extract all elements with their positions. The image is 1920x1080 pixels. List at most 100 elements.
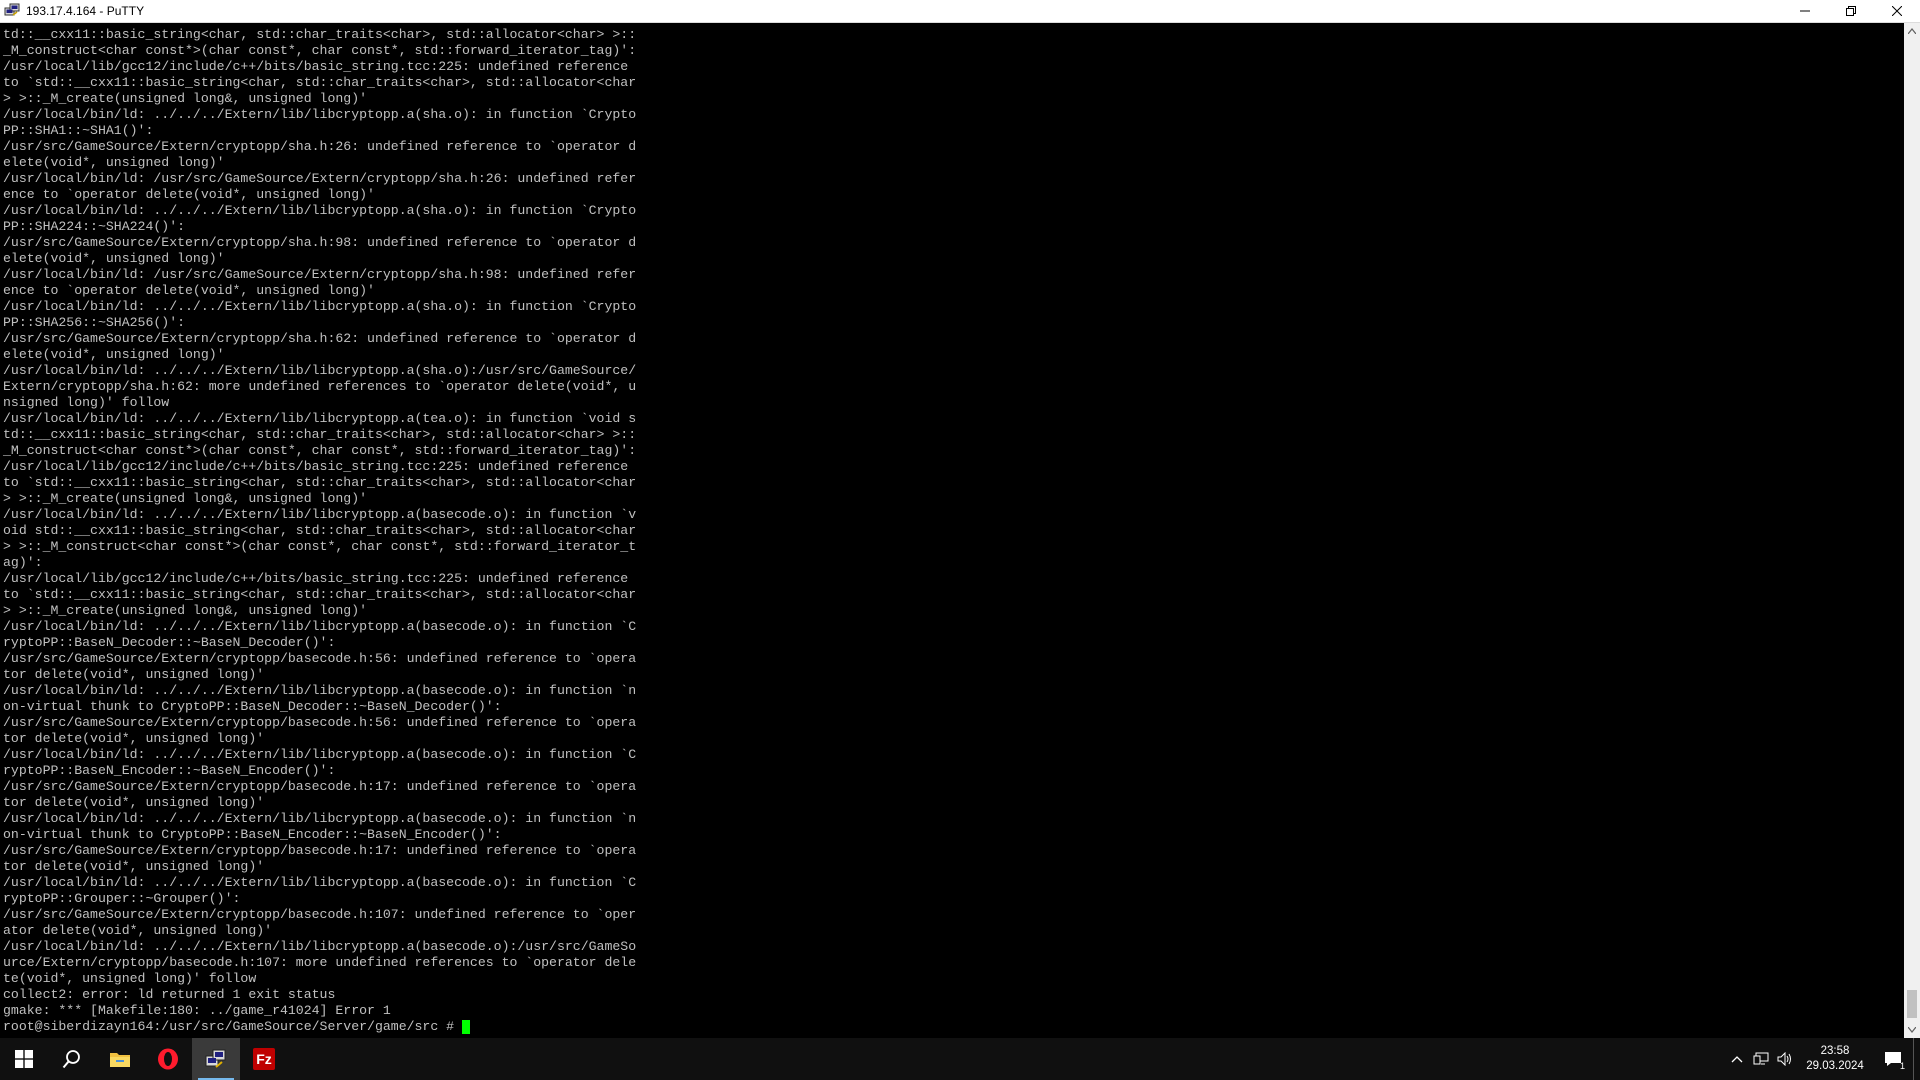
close-icon [1892, 6, 1902, 16]
file-explorer-icon [110, 1053, 130, 1067]
terminal-line: ag)': [3, 555, 43, 570]
scroll-up-arrow-icon[interactable] [1904, 23, 1920, 39]
terminal-line: /usr/src/GameSource/Extern/cryptopp/base… [3, 843, 637, 858]
windows-start-icon [15, 1050, 33, 1068]
taskbar-file-explorer[interactable] [96, 1038, 144, 1080]
terminal-line: /usr/src/GameSource/Extern/cryptopp/base… [3, 651, 637, 666]
text-cursor [462, 1019, 470, 1034]
terminal-line: elete(void*, unsigned long)' [3, 347, 225, 362]
window-titlebar[interactable]: 193.17.4.164 - PuTTY [0, 0, 1920, 23]
terminal-line: /usr/local/bin/ld: ../../../Extern/lib/l… [3, 107, 637, 122]
filezilla-icon: Fz [253, 1048, 275, 1070]
window-title: 193.17.4.164 - PuTTY [26, 4, 145, 18]
terminal-line: PP::SHA1::~SHA1()': [3, 123, 154, 138]
taskbar-opera[interactable] [144, 1038, 192, 1080]
terminal-line: /usr/src/GameSource/Extern/cryptopp/sha.… [3, 331, 637, 346]
terminal-line: /usr/src/GameSource/Extern/cryptopp/base… [3, 779, 637, 794]
terminal-line: oid std::__cxx11::basic_string<char, std… [3, 523, 637, 538]
notification-count: 1 [1899, 1061, 1905, 1071]
terminal-line: tor delete(void*, unsigned long)' [3, 859, 265, 874]
terminal-line: tor delete(void*, unsigned long)' [3, 667, 265, 682]
svg-text:Fz: Fz [256, 1051, 272, 1067]
terminal-line: PP::SHA224::~SHA224()': [3, 219, 186, 234]
terminal-line: > >::_M_create(unsigned long&, unsigned … [3, 603, 368, 618]
terminal-line: elete(void*, unsigned long)' [3, 251, 225, 266]
terminal-line: /usr/local/bin/ld: ../../../Extern/lib/l… [3, 507, 637, 522]
taskbar-clock[interactable]: 23:58 29.03.2024 [1797, 1044, 1873, 1074]
start-button[interactable] [0, 1038, 48, 1080]
terminal-scrollbar[interactable] [1904, 23, 1920, 1038]
shell-prompt: root@siberdizayn164:/usr/src/GameSource/… [3, 1019, 462, 1034]
terminal-line: to `std::__cxx11::basic_string<char, std… [3, 75, 637, 90]
terminal-line: /usr/local/bin/ld: ../../../Extern/lib/l… [3, 411, 637, 426]
putty-icon [205, 1049, 226, 1068]
volume-button[interactable] [1773, 1038, 1797, 1080]
terminal-line: elete(void*, unsigned long)' [3, 155, 225, 170]
restore-button[interactable] [1828, 0, 1874, 22]
terminal-line: ence to `operator delete(void*, unsigned… [3, 283, 375, 298]
show-desktop-button[interactable] [1913, 1038, 1920, 1080]
terminal-line: to `std::__cxx11::basic_string<char, std… [3, 475, 637, 490]
terminal-output[interactable]: td::__cxx11::basic_string<char, std::cha… [0, 23, 1904, 1038]
terminal-line: /usr/local/bin/ld: ../../../Extern/lib/l… [3, 747, 637, 762]
terminal-line: PP::SHA256::~SHA256()': [3, 315, 186, 330]
taskbar-putty[interactable] [192, 1038, 240, 1080]
terminal-line: /usr/local/bin/ld: ../../../Extern/lib/l… [3, 203, 637, 218]
terminal-text: td::__cxx11::basic_string<char, std::cha… [0, 23, 1904, 1019]
terminal-line: collect2: error: ld returned 1 exit stat… [3, 987, 336, 1002]
terminal-line: > >::_M_create(unsigned long&, unsigned … [3, 91, 368, 106]
system-tray: 23:58 29.03.2024 1 [1725, 1038, 1920, 1080]
terminal-line: urce/Extern/cryptopp/basecode.h:107: mor… [3, 955, 637, 970]
restore-icon [1846, 6, 1856, 16]
scrollbar-thumb[interactable] [1907, 990, 1917, 1018]
terminal-line: /usr/src/GameSource/Extern/cryptopp/sha.… [3, 235, 637, 250]
minimize-icon [1800, 10, 1810, 12]
terminal-line: /usr/local/lib/gcc12/include/c++/bits/ba… [3, 571, 629, 586]
windows-taskbar: Fz 23:58 29.03.2024 1 [0, 1038, 1920, 1080]
terminal-line: _M_construct<char const*>(char const*, c… [3, 443, 637, 458]
terminal-line: nsigned long)' follow [3, 395, 170, 410]
scroll-down-arrow-icon[interactable] [1904, 1022, 1920, 1038]
terminal-line: on-virtual thunk to CryptoPP::BaseN_Enco… [3, 827, 502, 842]
terminal-line: ator delete(void*, unsigned long)' [3, 923, 273, 938]
terminal-line: /usr/src/GameSource/Extern/cryptopp/base… [3, 715, 637, 730]
network-button[interactable] [1749, 1038, 1773, 1080]
terminal-line: _M_construct<char const*>(char const*, c… [3, 43, 637, 58]
terminal-line: on-virtual thunk to CryptoPP::BaseN_Deco… [3, 699, 502, 714]
terminal-line: te(void*, unsigned long)' follow [3, 971, 257, 986]
prompt-line[interactable]: root@siberdizayn164:/usr/src/GameSource/… [0, 1019, 1904, 1035]
close-button[interactable] [1874, 0, 1920, 22]
terminal-line: /usr/local/bin/ld: ../../../Extern/lib/l… [3, 683, 637, 698]
minimize-button[interactable] [1782, 0, 1828, 22]
terminal-line: /usr/local/bin/ld: ../../../Extern/lib/l… [3, 811, 637, 826]
terminal-line: /usr/local/bin/ld: ../../../Extern/lib/l… [3, 875, 637, 890]
opera-browser-icon [158, 1048, 178, 1070]
taskbar-filezilla[interactable]: Fz [240, 1038, 288, 1080]
terminal-line: tor delete(void*, unsigned long)' [3, 795, 265, 810]
terminal-line: tor delete(void*, unsigned long)' [3, 731, 265, 746]
terminal-line: td::__cxx11::basic_string<char, std::cha… [3, 27, 637, 42]
terminal-line: to `std::__cxx11::basic_string<char, std… [3, 587, 637, 602]
search-icon [62, 1050, 80, 1069]
action-center-button[interactable]: 1 [1873, 1038, 1913, 1080]
terminal-line: ryptoPP::Grouper::~Grouper()': [3, 891, 241, 906]
terminal-line: /usr/local/bin/ld: ../../../Extern/lib/l… [3, 619, 637, 634]
terminal-line: /usr/local/lib/gcc12/include/c++/bits/ba… [3, 59, 629, 74]
terminal-line: > >::_M_create(unsigned long&, unsigned … [3, 491, 368, 506]
putty-app-icon[interactable] [4, 3, 20, 19]
terminal-line: /usr/src/GameSource/Extern/cryptopp/sha.… [3, 139, 637, 154]
terminal-line: /usr/src/GameSource/Extern/cryptopp/base… [3, 907, 637, 922]
terminal-line: ence to `operator delete(void*, unsigned… [3, 187, 375, 202]
clock-date: 29.03.2024 [1806, 1060, 1864, 1072]
terminal-line: gmake: *** [Makefile:180: ../game_r41024… [3, 1003, 391, 1018]
terminal-line: /usr/local/bin/ld: ../../../Extern/lib/l… [3, 363, 637, 378]
show-hidden-icons-button[interactable] [1725, 1038, 1749, 1080]
terminal-line: /usr/local/bin/ld: /usr/src/GameSource/E… [3, 267, 637, 282]
terminal-line: /usr/local/lib/gcc12/include/c++/bits/ba… [3, 459, 629, 474]
terminal-line: td::__cxx11::basic_string<char, std::cha… [3, 427, 637, 442]
terminal-line: /usr/local/bin/ld: /usr/src/GameSource/E… [3, 171, 637, 186]
terminal-line: ryptoPP::BaseN_Decoder::~BaseN_Decoder()… [3, 635, 336, 650]
terminal-line: ryptoPP::BaseN_Encoder::~BaseN_Encoder()… [3, 763, 336, 778]
search-button[interactable] [48, 1038, 96, 1080]
terminal-line: /usr/local/bin/ld: ../../../Extern/lib/l… [3, 939, 637, 954]
